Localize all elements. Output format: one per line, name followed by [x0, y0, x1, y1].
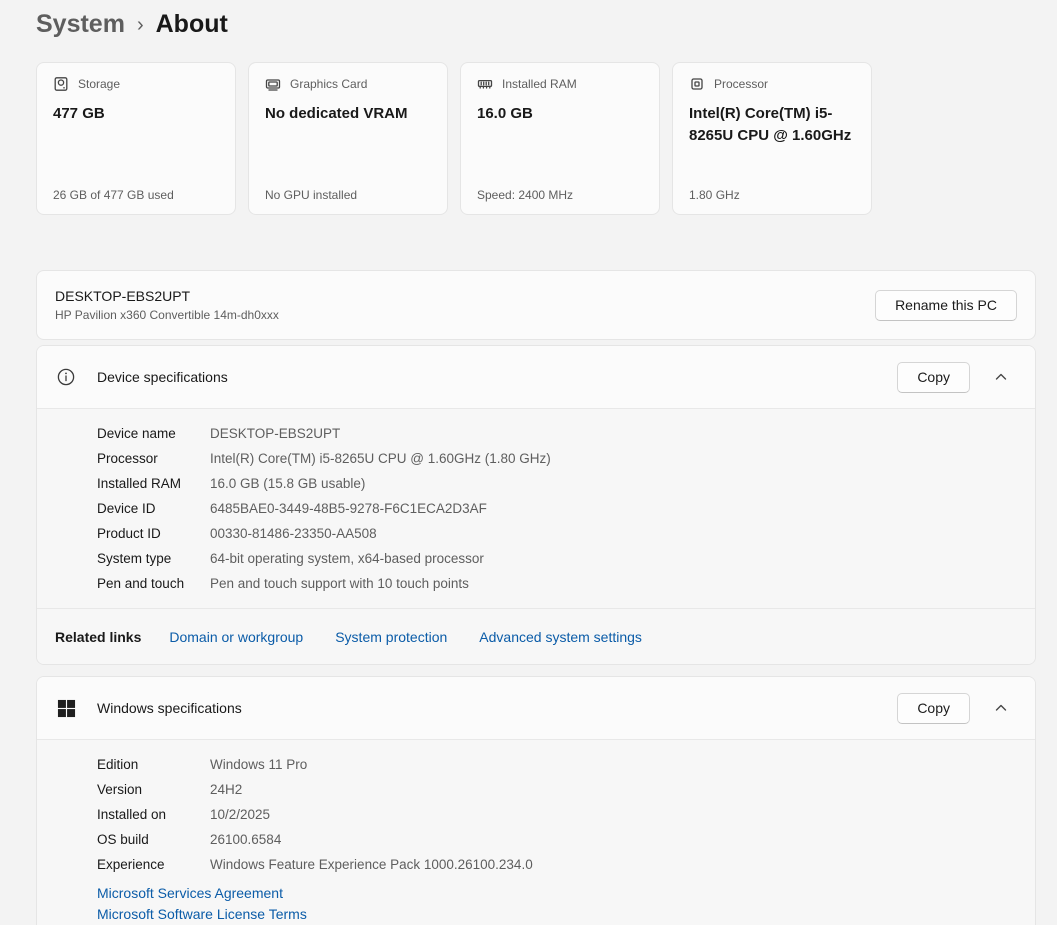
breadcrumb-system[interactable]: System [36, 10, 125, 39]
windows-logo-icon [56, 698, 76, 718]
spec-row-installed-ram: Installed RAM 16.0 GB (15.8 GB usable) [97, 471, 1017, 496]
windows-specifications-content: Edition Windows 11 Pro Version 24H2 Inst… [37, 739, 1035, 925]
graphics-card-value: No dedicated VRAM [265, 103, 431, 125]
spec-row-device-id: Device ID 6485BAE0-3449-48B5-9278-F6C1EC… [97, 496, 1017, 521]
installed-ram-card-value: 16.0 GB [477, 103, 643, 125]
windows-specifications-header[interactable]: Windows specifications Copy [37, 677, 1035, 739]
breadcrumb: System › About [36, 0, 1036, 52]
graphics-card-footer: No GPU installed [265, 188, 431, 202]
graphics-card-icon [265, 76, 281, 92]
device-specifications-title: Device specifications [97, 369, 897, 385]
link-microsoft-software-license-terms[interactable]: Microsoft Software License Terms [97, 905, 307, 924]
system-about-page: System › About Storage 477 GB 26 GB of 4… [0, 0, 1057, 925]
device-specifications-header[interactable]: Device specifications Copy [37, 346, 1035, 408]
storage-card-label: Storage [78, 77, 120, 91]
breadcrumb-chevron-icon: › [137, 14, 144, 37]
processor-card-label: Processor [714, 77, 768, 91]
spec-row-version: Version 24H2 [97, 777, 1017, 802]
spec-row-experience: Experience Windows Feature Experience Pa… [97, 852, 1017, 877]
link-advanced-system-settings[interactable]: Advanced system settings [479, 629, 642, 645]
spec-row-product-id: Product ID 00330-81486-23350-AA508 [97, 521, 1017, 546]
link-microsoft-services-agreement[interactable]: Microsoft Services Agreement [97, 884, 283, 903]
device-specs-collapse-button[interactable] [984, 360, 1018, 394]
info-icon [56, 367, 76, 387]
device-name-card: DESKTOP-EBS2UPT HP Pavilion x360 Convert… [36, 270, 1036, 340]
related-links-row: Related links Domain or workgroup System… [37, 608, 1035, 664]
device-model: HP Pavilion x360 Convertible 14m-dh0xxx [55, 308, 279, 322]
graphics-card-label: Graphics Card [290, 77, 367, 91]
device-specs-copy-button[interactable]: Copy [897, 362, 970, 393]
related-links-label: Related links [55, 629, 141, 645]
about-sections: DESKTOP-EBS2UPT HP Pavilion x360 Convert… [36, 270, 1036, 925]
processor-card-value: Intel(R) Core(TM) i5-8265U CPU @ 1.60GHz [689, 103, 855, 147]
windows-license-links: Microsoft Services Agreement Microsoft S… [97, 884, 1017, 924]
storage-icon [53, 76, 69, 92]
installed-ram-card-footer: Speed: 2400 MHz [477, 188, 643, 202]
ram-icon [477, 76, 493, 92]
graphics-card: Graphics Card No dedicated VRAM No GPU i… [248, 62, 448, 215]
windows-specs-copy-button[interactable]: Copy [897, 693, 970, 724]
device-name: DESKTOP-EBS2UPT [55, 288, 279, 304]
storage-card: Storage 477 GB 26 GB of 477 GB used [36, 62, 236, 215]
rename-pc-button[interactable]: Rename this PC [875, 290, 1017, 321]
windows-specifications-card: Windows specifications Copy Edition Wind… [36, 676, 1036, 925]
device-specifications-card: Device specifications Copy Device name D… [36, 345, 1036, 665]
windows-specifications-title: Windows specifications [97, 700, 897, 716]
spec-row-device-name: Device name DESKTOP-EBS2UPT [97, 421, 1017, 446]
spec-row-pen-and-touch: Pen and touch Pen and touch support with… [97, 571, 1017, 596]
installed-ram-card-label: Installed RAM [502, 77, 577, 91]
installed-ram-card: Installed RAM 16.0 GB Speed: 2400 MHz [460, 62, 660, 215]
processor-card: Processor Intel(R) Core(TM) i5-8265U CPU… [672, 62, 872, 215]
spec-row-edition: Edition Windows 11 Pro [97, 752, 1017, 777]
link-domain-or-workgroup[interactable]: Domain or workgroup [169, 629, 303, 645]
storage-card-value: 477 GB [53, 103, 219, 125]
windows-specs-collapse-button[interactable] [984, 691, 1018, 725]
storage-card-footer: 26 GB of 477 GB used [53, 188, 219, 202]
link-system-protection[interactable]: System protection [335, 629, 447, 645]
spec-row-processor: Processor Intel(R) Core(TM) i5-8265U CPU… [97, 446, 1017, 471]
spec-row-os-build: OS build 26100.6584 [97, 827, 1017, 852]
spec-row-installed-on: Installed on 10/2/2025 [97, 802, 1017, 827]
page-title: About [156, 10, 228, 39]
processor-card-footer: 1.80 GHz [689, 188, 855, 202]
chevron-up-icon [995, 371, 1007, 383]
device-specifications-content: Device name DESKTOP-EBS2UPT Processor In… [37, 408, 1035, 608]
summary-cards: Storage 477 GB 26 GB of 477 GB used Grap… [36, 62, 1036, 215]
spec-row-system-type: System type 64-bit operating system, x64… [97, 546, 1017, 571]
processor-icon [689, 76, 705, 92]
chevron-up-icon [995, 702, 1007, 714]
